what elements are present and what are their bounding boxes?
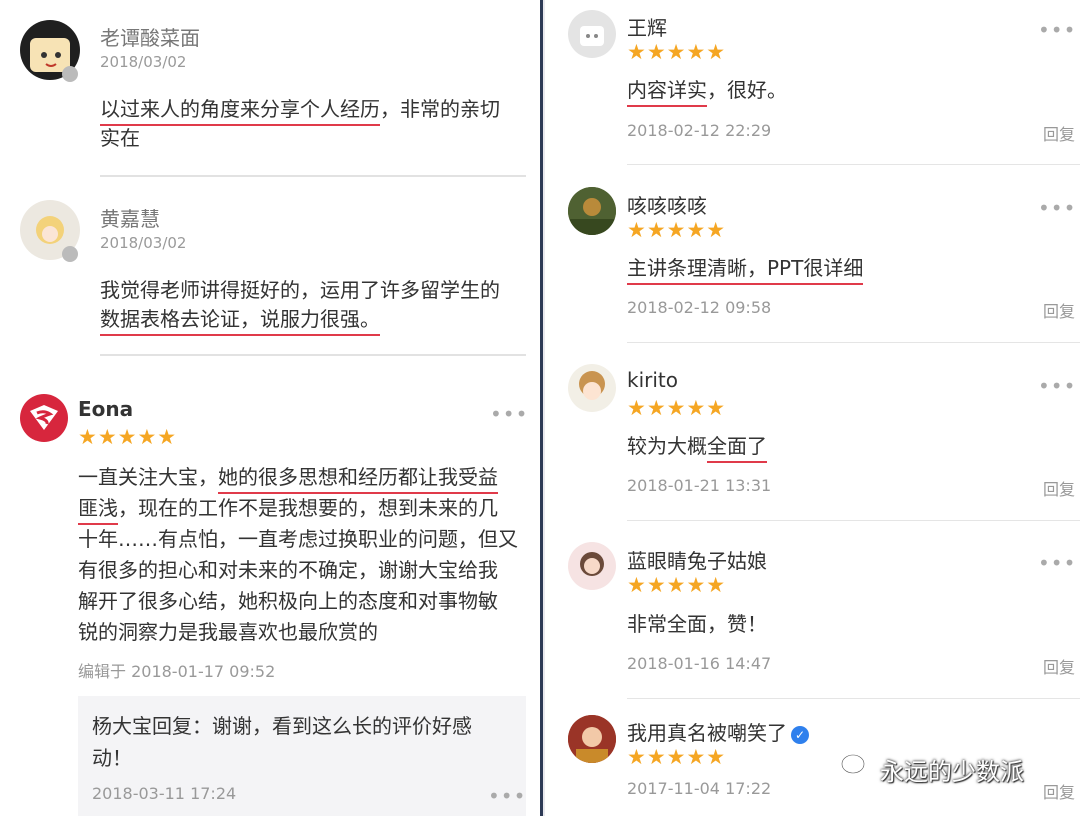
comment-date: 2018-02-12 22:29 (627, 121, 772, 140)
reply-button[interactable]: 回复 (1043, 121, 1075, 145)
comment-text: 主讲条理清晰，PPT很详细 (627, 254, 864, 285)
cat-avatar-icon (580, 26, 604, 46)
divider (627, 698, 1080, 699)
avatar[interactable] (568, 715, 616, 763)
comment-text: 内容详实，很好。 (627, 76, 787, 107)
nature-photo-icon (568, 187, 616, 235)
commenter-name: 老谭酸菜面 (100, 26, 200, 50)
more-options-button[interactable]: ••• (488, 784, 526, 808)
comment-text: 较为大概全面了 (627, 432, 767, 463)
avatar[interactable] (20, 394, 68, 442)
comment-date: 2017-11-04 17:22 (627, 779, 772, 798)
reply-button[interactable]: 回复 (1043, 779, 1075, 803)
comment-text: 一直关注大宝，她的很多思想和经历都让我受益 匪浅，现在的工作不是我想要的，想到未… (78, 465, 518, 644)
more-options-button[interactable]: ••• (490, 402, 528, 426)
anime-avatar-icon (579, 371, 605, 400)
author-reply-box: 杨大宝回复：谢谢，看到这么长的评价好感 动！ 2018-03-11 17:24 … (78, 696, 526, 816)
badge-icon (62, 246, 78, 262)
superman-logo-icon (30, 405, 58, 430)
comment-date: 2018-01-16 14:47 (627, 654, 772, 673)
comment-date: 2018-01-21 13:31 (627, 476, 772, 495)
left-review-panel: 老谭酸菜面 2018/03/02 以过来人的角度来分享个人经历，非常的亲切 实在… (0, 0, 540, 816)
divider (627, 164, 1080, 165)
star-rating: ★★★★★ (78, 425, 178, 449)
divider (627, 520, 1080, 521)
badge-icon (62, 66, 78, 82)
divider (627, 342, 1080, 343)
right-review-panel: 王辉 ••• ★★★★★ 内容详实，很好。 2018-02-12 22:29 回… (545, 0, 1080, 816)
avatar[interactable] (568, 364, 616, 412)
verified-badge-icon: ✓ (791, 725, 809, 744)
reply-button[interactable]: 回复 (1043, 298, 1075, 322)
more-options-button[interactable]: ••• (1038, 18, 1076, 42)
comment-date: 2018/03/02 (100, 234, 187, 252)
portrait-avatar-icon (568, 715, 616, 763)
commenter-name: 我用真名被嘲笑了 ✓ (627, 717, 809, 746)
comment-text: 非常全面，赞！ (627, 612, 767, 636)
reply-date: 2018-03-11 17:24 (92, 784, 237, 803)
comment-text: 我觉得老师讲得挺好的，运用了许多留学生的 数据表格去论证，说服力很强。 (100, 276, 500, 336)
commenter-name: kirito (627, 368, 678, 392)
commenter-name: 黄嘉慧 (100, 207, 160, 231)
star-rating: ★★★★★ (627, 745, 727, 769)
star-rating: ★★★★★ (627, 218, 727, 242)
comment-text: 以过来人的角度来分享个人经历，非常的亲切 实在 (100, 97, 500, 150)
commenter-name: Eona (78, 397, 134, 421)
more-options-button[interactable]: ••• (1038, 196, 1076, 220)
more-options-button[interactable]: ••• (1038, 374, 1076, 398)
portrait-avatar-icon (580, 552, 604, 576)
watermark-text: 永远的少数派 (880, 758, 1024, 786)
avatar[interactable] (568, 10, 616, 58)
reply-button[interactable]: 回复 (1043, 476, 1075, 500)
avatar[interactable] (568, 187, 616, 235)
divider (100, 175, 526, 177)
comment-date: 2018/03/02 (100, 53, 187, 71)
divider (100, 354, 526, 356)
reply-button[interactable]: 回复 (1043, 654, 1075, 678)
avatar[interactable] (568, 542, 616, 590)
star-rating: ★★★★★ (627, 40, 727, 64)
commenter-name: 王辉 (627, 16, 667, 40)
commenter-name: 蓝眼睛兔子姑娘 (627, 549, 767, 573)
star-rating: ★★★★★ (627, 396, 727, 420)
more-options-button[interactable]: ••• (1038, 551, 1076, 575)
edited-timestamp: 编辑于 2018-01-17 09:52 (78, 662, 276, 681)
wechat-icon (840, 752, 874, 784)
star-rating: ★★★★★ (627, 573, 727, 597)
comment-date: 2018-02-12 09:58 (627, 298, 772, 317)
commenter-name: 咳咳咳咳 (627, 194, 707, 218)
reply-text: 杨大宝回复：谢谢，看到这么长的评价好感 动！ (92, 714, 472, 770)
